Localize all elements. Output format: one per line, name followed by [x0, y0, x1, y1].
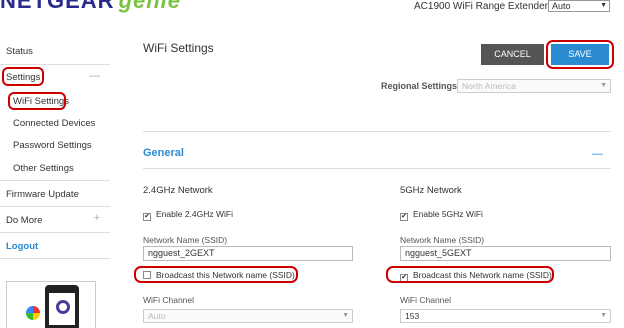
annotation-highlight-wifi-settings: [8, 92, 66, 110]
channel-label-24ghz: WiFi Channel: [143, 295, 195, 305]
page-title: WiFi Settings: [143, 41, 214, 55]
collapse-icon[interactable]: —: [89, 70, 100, 82]
collapse-icon[interactable]: —: [592, 148, 603, 160]
divider: [0, 232, 110, 233]
regional-settings-select: North America ▼: [457, 79, 611, 93]
sidebar-item-other-settings[interactable]: Other Settings: [0, 163, 110, 174]
netgear-genie-logo: NETGEAR genie: [0, 0, 182, 13]
header: NETGEAR genie AC1900 WiFi Range Extender …: [0, 0, 624, 22]
channel-label-5ghz: WiFi Channel: [400, 295, 452, 305]
annotation-highlight-save: [546, 40, 614, 69]
heading-5ghz: 5GHz Network: [400, 185, 462, 196]
checkbox-box[interactable]: ✔: [400, 213, 408, 221]
channel-select-24ghz: Auto ▼: [143, 309, 353, 323]
divider: [0, 206, 110, 207]
ssid-label-5ghz: Network Name (SSID): [400, 235, 485, 245]
model-name: AC1900 WiFi Range Extender: [414, 1, 548, 12]
annotation-highlight-broadcast-5ghz: [386, 266, 554, 283]
language-select[interactable]: Auto ▼: [548, 0, 610, 12]
annotation-highlight-broadcast-24ghz: [134, 266, 298, 283]
heading-24ghz: 2.4GHz Network: [143, 185, 213, 196]
enable-5ghz-checkbox[interactable]: ✔ Enable 5GHz WiFi: [400, 209, 483, 221]
section-title-general: General: [143, 147, 184, 159]
enable-24ghz-checkbox[interactable]: ✔ Enable 2.4GHz WiFi: [143, 209, 233, 221]
gauge-icon: [56, 300, 70, 314]
ssid-label-24ghz: Network Name (SSID): [143, 235, 228, 245]
chevron-down-icon: ▼: [342, 312, 349, 319]
cancel-button[interactable]: CANCEL: [481, 44, 544, 65]
sidebar-item-do-more[interactable]: Do More +: [0, 212, 110, 226]
expand-icon[interactable]: +: [94, 212, 100, 224]
annotation-highlight-settings: [2, 67, 44, 86]
divider: [0, 258, 110, 259]
divider: [143, 131, 611, 132]
checkbox-box[interactable]: ✔: [143, 213, 151, 221]
regional-settings-label: Regional Settings:: [381, 81, 461, 91]
divider: [0, 180, 110, 181]
ssid-input-24ghz[interactable]: ngguest_2GEXT: [143, 246, 353, 261]
chevron-down-icon: ▼: [600, 312, 607, 319]
sidebar-item-status[interactable]: Status: [0, 46, 110, 57]
chevron-down-icon: ▼: [600, 2, 607, 9]
channel-select-5ghz[interactable]: 153 ▼: [400, 309, 611, 323]
divider: [0, 64, 110, 65]
ssid-input-5ghz[interactable]: ngguest_5GEXT: [400, 246, 611, 261]
chevron-down-icon: ▼: [600, 82, 607, 89]
sidebar-item-connected-devices[interactable]: Connected Devices: [0, 118, 110, 129]
divider: [143, 168, 611, 169]
logout-link[interactable]: Logout: [0, 241, 110, 252]
genie-app-icon: [26, 306, 40, 320]
sidebar-item-firmware-update[interactable]: Firmware Update: [0, 189, 110, 200]
sidebar-item-password-settings[interactable]: Password Settings: [0, 140, 110, 151]
